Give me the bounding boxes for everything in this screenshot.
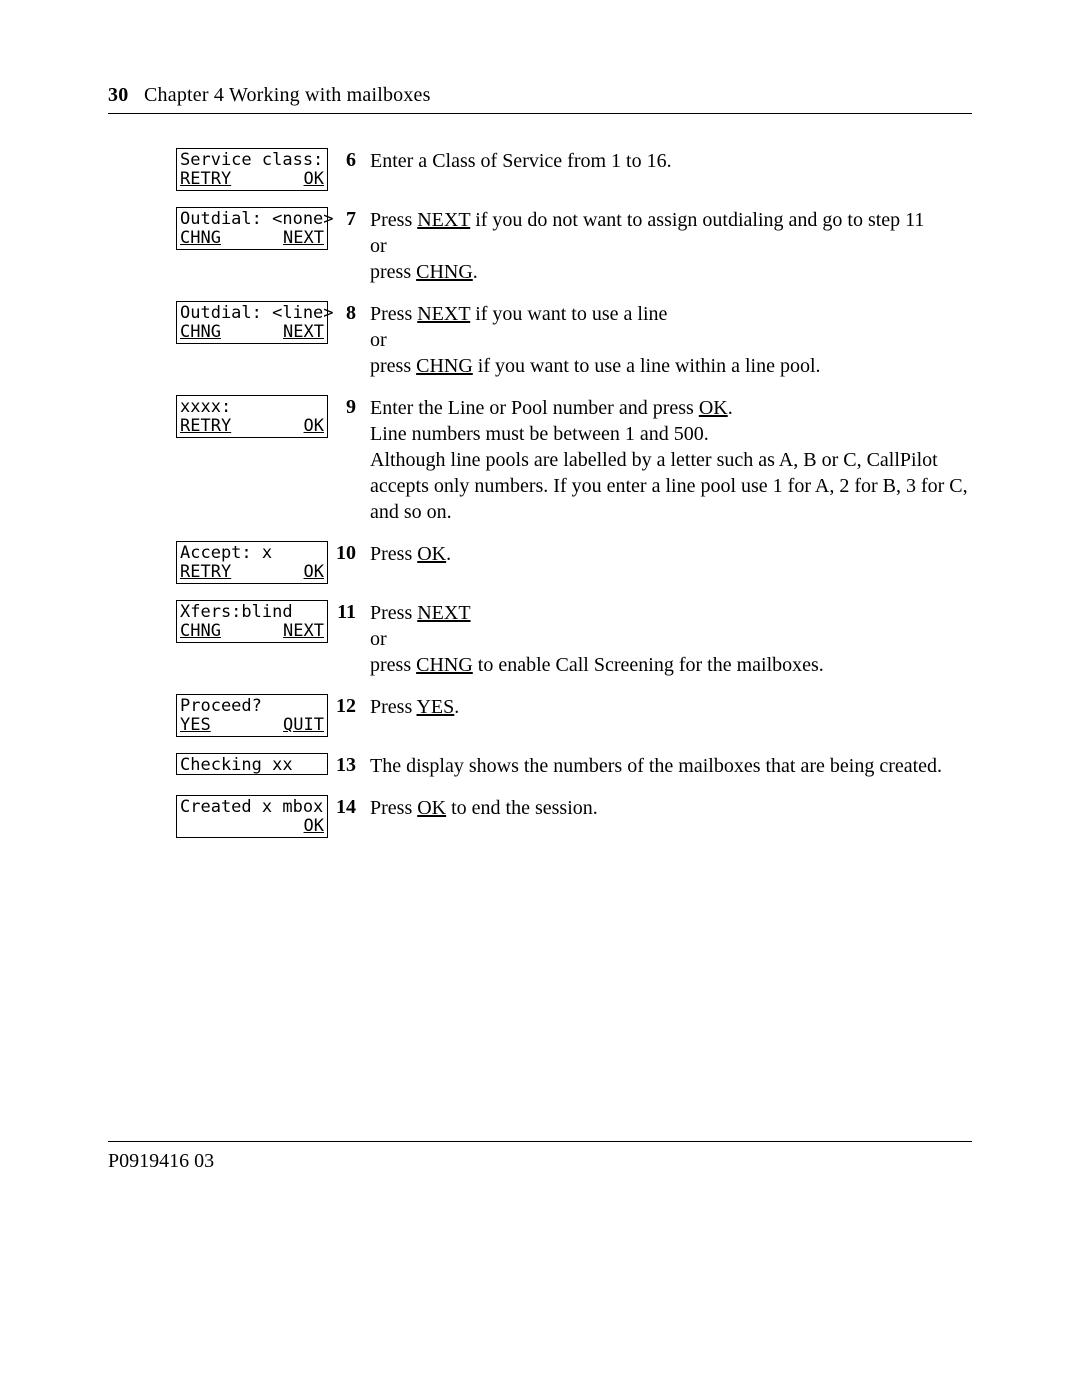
lcd-line-1: Checking xx [180,756,324,775]
softkey-yes[interactable]: YES [180,716,211,735]
document-id: P0919416 03 [108,1150,972,1173]
footer-rule [108,1141,972,1142]
lcd-display: Created x mbox OK [176,795,328,838]
lcd-display: Outdial: <line> CHNG NEXT [176,301,328,344]
lcd-display: Outdial: <none> CHNG NEXT [176,207,328,250]
step-row: Accept: x RETRY OK 10 Press OK. [176,541,972,584]
step-number: 6 [328,148,360,172]
key-next: NEXT [417,303,470,325]
lcd-line-1: Created x mbox [180,798,324,817]
key-yes: YES [416,696,454,718]
lcd-line-1: Outdial: <line> [180,304,324,323]
key-chng: CHNG [416,355,473,377]
lcd-display: Proceed? YES QUIT [176,694,328,737]
step-text: The display shows the numbers of the mai… [360,753,972,779]
softkey-retry[interactable]: RETRY [180,170,231,189]
page-header: 30 Chapter 4 Working with mailboxes [108,84,972,107]
softkey-retry[interactable]: RETRY [180,417,231,436]
softkey-quit[interactable]: QUIT [283,716,324,735]
softkey-ok[interactable]: OK [304,563,324,582]
key-ok: OK [417,543,446,565]
step-text: Press OK. [360,541,972,567]
step-text: Press NEXT or press CHNG to enable Call … [360,600,972,678]
step-text: Press OK to end the session. [360,795,972,821]
lcd-line-1: Accept: x [180,544,324,563]
lcd-display: Checking xx [176,753,328,775]
step-text: Press NEXT if you want to use a line or … [360,301,972,379]
step-row: xxxx: RETRY OK 9 Enter the Line or Pool … [176,395,972,525]
step-text: Press YES. [360,694,972,720]
step-text: Enter the Line or Pool number and press … [360,395,972,525]
key-next: NEXT [417,602,470,624]
softkey-chng[interactable]: CHNG [180,622,221,641]
key-ok: OK [417,797,446,819]
key-next: NEXT [417,209,470,231]
document-page: 30 Chapter 4 Working with mailboxes Serv… [0,0,1080,1397]
softkey-next[interactable]: NEXT [283,622,324,641]
header-rule [108,113,972,114]
lcd-display: Accept: x RETRY OK [176,541,328,584]
softkey-ok[interactable]: OK [304,170,324,189]
step-number: 14 [328,795,360,819]
lcd-display: Service class: RETRY OK [176,148,328,191]
key-chng: CHNG [416,654,473,676]
step-number: 7 [328,207,360,231]
step-row: Proceed? YES QUIT 12 Press YES. [176,694,972,737]
softkey-retry[interactable]: RETRY [180,563,231,582]
chapter-title: Chapter 4 Working with mailboxes [144,84,431,106]
step-list: Service class: RETRY OK 6 Enter a Class … [176,148,972,838]
lcd-display: Xfers:blind CHNG NEXT [176,600,328,643]
lcd-line-1: Proceed? [180,697,324,716]
step-row: Outdial: <line> CHNG NEXT 8 Press NEXT i… [176,301,972,379]
step-number: 8 [328,301,360,325]
lcd-line-1: Service class: [180,151,324,170]
step-number: 10 [328,541,360,565]
step-row: Service class: RETRY OK 6 Enter a Class … [176,148,972,191]
step-text: Enter a Class of Service from 1 to 16. [360,148,972,174]
lcd-line-1: xxxx: [180,398,324,417]
step-number: 9 [328,395,360,419]
softkey-ok[interactable]: OK [304,417,324,436]
softkey-next[interactable]: NEXT [283,323,324,342]
lcd-display: xxxx: RETRY OK [176,395,328,438]
softkey-chng[interactable]: CHNG [180,323,221,342]
step-row: Outdial: <none> CHNG NEXT 7 Press NEXT i… [176,207,972,285]
lcd-line-1: Outdial: <none> [180,210,324,229]
step-number: 13 [328,753,360,777]
softkey-next[interactable]: NEXT [283,229,324,248]
lcd-line-1: Xfers:blind [180,603,324,622]
page-number: 30 [108,84,128,106]
step-number: 11 [328,600,360,624]
step-number: 12 [328,694,360,718]
key-chng: CHNG [416,261,473,283]
step-row: Checking xx 13 The display shows the num… [176,753,972,779]
step-text: Press NEXT if you do not want to assign … [360,207,972,285]
softkey-ok[interactable]: OK [304,817,324,836]
page-footer: P0919416 03 [108,1135,972,1173]
softkey-chng[interactable]: CHNG [180,229,221,248]
step-row: Xfers:blind CHNG NEXT 11 Press NEXT or p… [176,600,972,678]
step-row: Created x mbox OK 14 Press OK to end the… [176,795,972,838]
key-ok: OK [699,397,728,419]
